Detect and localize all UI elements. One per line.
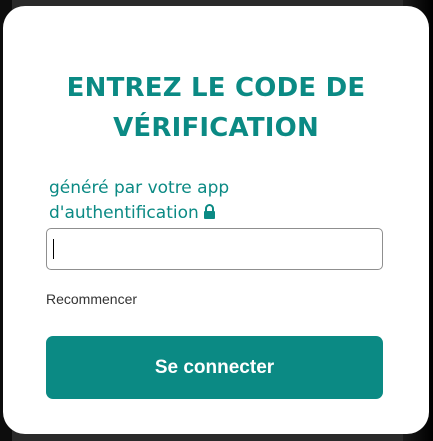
page-title: ENTREZ LE CODE DE VÉRIFICATION	[3, 68, 429, 148]
subtitle-line-1: généré par votre app	[49, 178, 230, 198]
verification-code-input[interactable]	[46, 228, 383, 270]
lock-icon	[203, 202, 216, 227]
title-line-2: VÉRIFICATION	[113, 113, 319, 143]
restart-link[interactable]: Recommencer	[46, 291, 137, 307]
connect-button[interactable]: Se connecter	[46, 336, 383, 399]
text-caret	[53, 239, 54, 259]
code-source-hint: généré par votre app d'authentification	[49, 176, 349, 227]
subtitle-line-2: d'authentification	[49, 203, 199, 223]
title-line-1: ENTREZ LE CODE DE	[66, 73, 366, 103]
